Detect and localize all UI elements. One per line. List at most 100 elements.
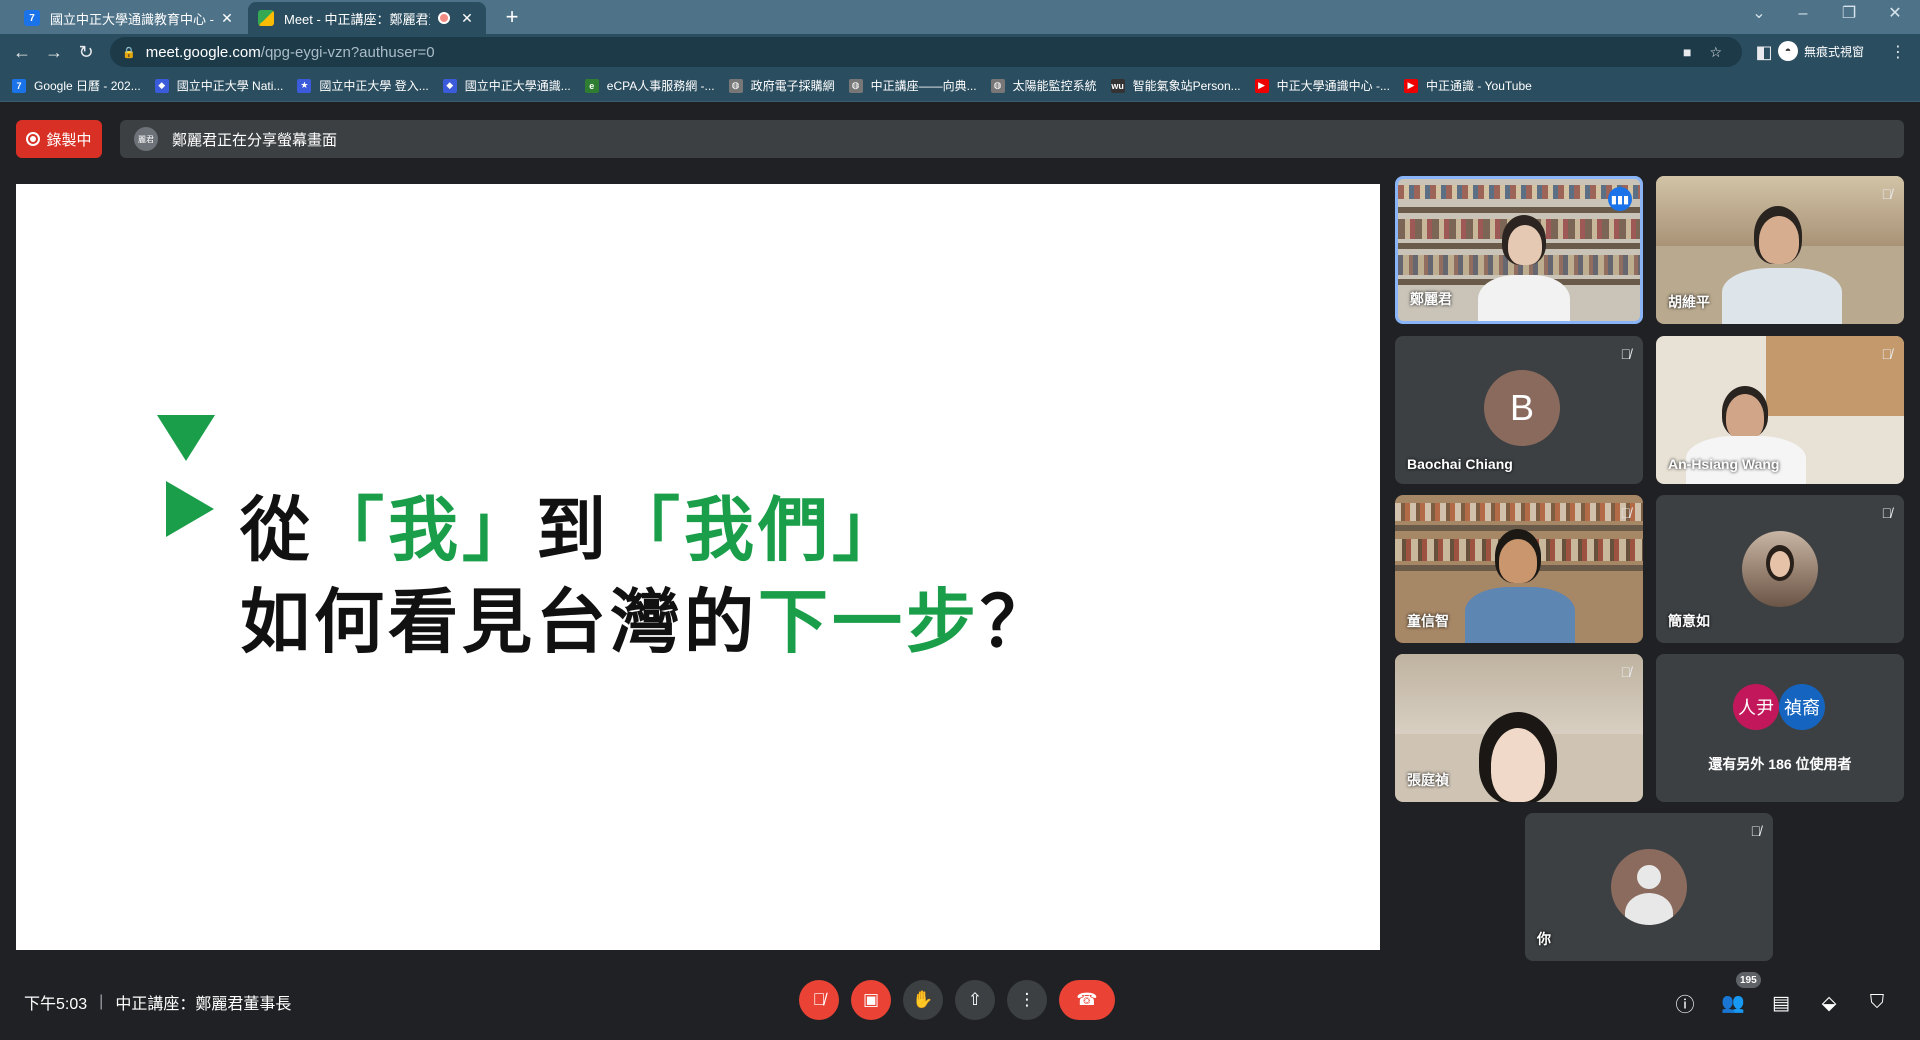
url-host: meet.google.com	[145, 43, 261, 61]
chevron-down-icon[interactable]: ⌄	[1736, 0, 1782, 30]
bookmark-item[interactable]: ▶ 中正通識 - YouTube	[1403, 77, 1532, 94]
mic-off-icon: 🎙̸	[1620, 505, 1632, 521]
people-icon[interactable]: 👥	[1720, 990, 1746, 1016]
bookmark-label: Google 日曆 - 202...	[34, 79, 141, 93]
participant-tile[interactable]: 🎙̸ 胡維平	[1656, 176, 1904, 324]
close-window-button[interactable]: ✕	[1872, 0, 1918, 30]
info-icon[interactable]: ⓘ	[1672, 990, 1698, 1016]
record-icon	[26, 132, 41, 146]
participant-tile[interactable]: 🎙̸ 童信智	[1395, 495, 1643, 643]
bookmark-label: 中正大學通識中心 -...	[1276, 79, 1390, 93]
restore-button[interactable]: ❐	[1826, 0, 1872, 30]
bookmark-item[interactable]: ◍ 政府電子採購網	[728, 77, 835, 94]
hand-icon: ✋	[912, 990, 934, 1009]
camera-toggle-button[interactable]: ▣	[851, 980, 891, 1020]
bookmark-label: 政府電子採購網	[750, 79, 835, 93]
bookmark-favicon-icon: 7	[12, 78, 26, 93]
incognito-icon: ◓	[1778, 41, 1798, 61]
bookmark-item[interactable]: ▶ 中正大學通識中心 -...	[1254, 77, 1390, 94]
recording-button[interactable]: 錄製中	[16, 120, 102, 158]
calendar-icon: 7	[24, 10, 40, 26]
browser-menu-icon[interactable]: ⋮	[1890, 42, 1906, 62]
mic-toggle-button[interactable]: 🎙̸	[799, 980, 839, 1020]
leave-call-button[interactable]: ☎	[1059, 980, 1115, 1020]
bookmark-item[interactable]: e eCPA人事服務網 -...	[584, 77, 715, 94]
bookmark-label: 國立中正大學通識...	[464, 79, 571, 93]
self-tile[interactable]: 🎙̸ 你	[1525, 813, 1773, 961]
bookmark-label: 中正通識 - YouTube	[1425, 79, 1532, 93]
activities-icon[interactable]: ⬙	[1816, 990, 1842, 1016]
participant-name: An-Hsiang Wang	[1668, 456, 1780, 472]
bookmark-label: 國立中正大學 Nati...	[176, 79, 284, 93]
side-panel-icon[interactable]: ◧	[1752, 40, 1776, 64]
bookmark-item[interactable]: 7 Google 日曆 - 202...	[12, 77, 141, 94]
bookmark-item[interactable]: ◍ 中正講座——向典...	[848, 77, 977, 94]
browser-toolbar: ← → ↻ 🔒 meet.google.com /qpg-eygi-vzn?au…	[0, 34, 1920, 70]
mic-off-icon: 🎙̸	[1620, 664, 1632, 680]
incognito-indicator[interactable]: ◓ 無痕式視窗	[1778, 41, 1864, 61]
participant-tile[interactable]: 🎙̸ 張庭禎	[1395, 654, 1643, 802]
bookmark-item[interactable]: ★ 國立中正大學 登入...	[297, 77, 429, 94]
mic-off-icon: 🎙̸	[1881, 346, 1893, 362]
recording-indicator-icon	[438, 12, 450, 24]
avatar: 禎裔	[1779, 684, 1825, 730]
close-icon[interactable]: ✕	[458, 10, 476, 27]
bookmark-favicon-icon: ▶	[1254, 78, 1269, 93]
bookmark-item[interactable]: ◆ 國立中正大學通識...	[442, 77, 571, 94]
chat-icon[interactable]: ▤	[1768, 990, 1794, 1016]
more-vert-icon: ⋮	[1018, 990, 1036, 1009]
mic-off-icon: 🎙̸	[1620, 346, 1632, 362]
bookmark-item[interactable]: ◆ 國立中正大學 Nati...	[154, 77, 284, 94]
others-count-text: 還有另外 186 位使用者	[1708, 756, 1852, 772]
bookmark-favicon-icon: ★	[297, 78, 312, 93]
bookmark-favicon-icon: wu	[1110, 78, 1125, 93]
bookmark-item[interactable]: wu 智能氣象站Person...	[1110, 77, 1241, 94]
participant-tile[interactable]: 🎙̸ An-Hsiang Wang	[1656, 336, 1904, 484]
mic-off-icon: 🎙̸	[1881, 505, 1893, 521]
url-path: /qpg-eygi-vzn?authuser=0	[260, 43, 435, 61]
participant-tile[interactable]: ▮▮▮ 鄭麗君	[1395, 176, 1643, 324]
address-bar[interactable]: 🔒 meet.google.com /qpg-eygi-vzn?authuser…	[110, 37, 1742, 67]
avatar: B	[1484, 370, 1560, 446]
tab-title: 國立中正大學通識教育中心 - 日曆	[50, 11, 218, 27]
new-tab-button[interactable]: +	[500, 4, 524, 30]
mic-off-icon: 🎙̸	[812, 990, 826, 1009]
slide-title-line2: 如何看見台灣的下一步？	[240, 581, 1054, 663]
camera-icon[interactable]: ■	[1683, 44, 1691, 60]
participant-tile[interactable]: 🎙̸ 簡意如	[1656, 495, 1904, 643]
star-icon[interactable]: ☆	[1709, 44, 1722, 61]
bookmark-label: 智能氣象站Person...	[1132, 79, 1241, 93]
tab-meet[interactable]: Meet - 中正講座：鄭麗君董 ✕	[248, 2, 486, 34]
bookmark-favicon-icon: ◍	[728, 78, 743, 93]
incognito-label: 無痕式視窗	[1804, 44, 1865, 59]
close-icon[interactable]: ✕	[218, 10, 236, 27]
tab-title: Meet - 中正講座：鄭麗君董	[284, 11, 430, 27]
bookmark-label: eCPA人事服務網 -...	[606, 79, 715, 93]
lock-icon: 🔒	[122, 46, 136, 59]
tab-calendar[interactable]: 7 國立中正大學通識教育中心 - 日曆 ✕	[14, 2, 246, 34]
minimize-button[interactable]: –	[1780, 0, 1826, 30]
host-controls-icon[interactable]: ⛉	[1864, 990, 1890, 1016]
mic-off-icon: 🎙̸	[1750, 823, 1762, 839]
participant-name: 童信智	[1407, 613, 1449, 629]
meet-icon	[258, 10, 274, 26]
others-tile[interactable]: 人尹 禎裔 還有另外 186 位使用者	[1656, 654, 1904, 802]
tab-strip: 7 國立中正大學通識教育中心 - 日曆 ✕ Meet - 中正講座：鄭麗君董 ✕…	[0, 0, 1920, 34]
self-name: 你	[1537, 931, 1551, 947]
avatar	[1742, 531, 1818, 607]
back-button[interactable]: ←	[10, 40, 34, 64]
participant-name: 張庭禎	[1407, 772, 1449, 788]
participant-name: 鄭麗君	[1410, 291, 1452, 307]
triangle-down-icon	[157, 415, 215, 461]
bookmark-item[interactable]: ◍ 太陽能監控系統	[990, 77, 1097, 94]
participant-name: Baochai Chiang	[1407, 456, 1513, 472]
reload-button[interactable]: ↻	[74, 40, 98, 64]
present-button[interactable]: ⇧	[955, 980, 995, 1020]
bookmark-favicon-icon: ◆	[442, 78, 457, 93]
bookmark-label: 國立中正大學 登入...	[319, 79, 429, 93]
participant-tile[interactable]: B 🎙̸ Baochai Chiang	[1395, 336, 1643, 484]
bookmark-label: 太陽能監控系統	[1012, 79, 1097, 93]
more-options-button[interactable]: ⋮	[1007, 980, 1047, 1020]
raise-hand-button[interactable]: ✋	[903, 980, 943, 1020]
forward-button[interactable]: →	[42, 40, 66, 64]
